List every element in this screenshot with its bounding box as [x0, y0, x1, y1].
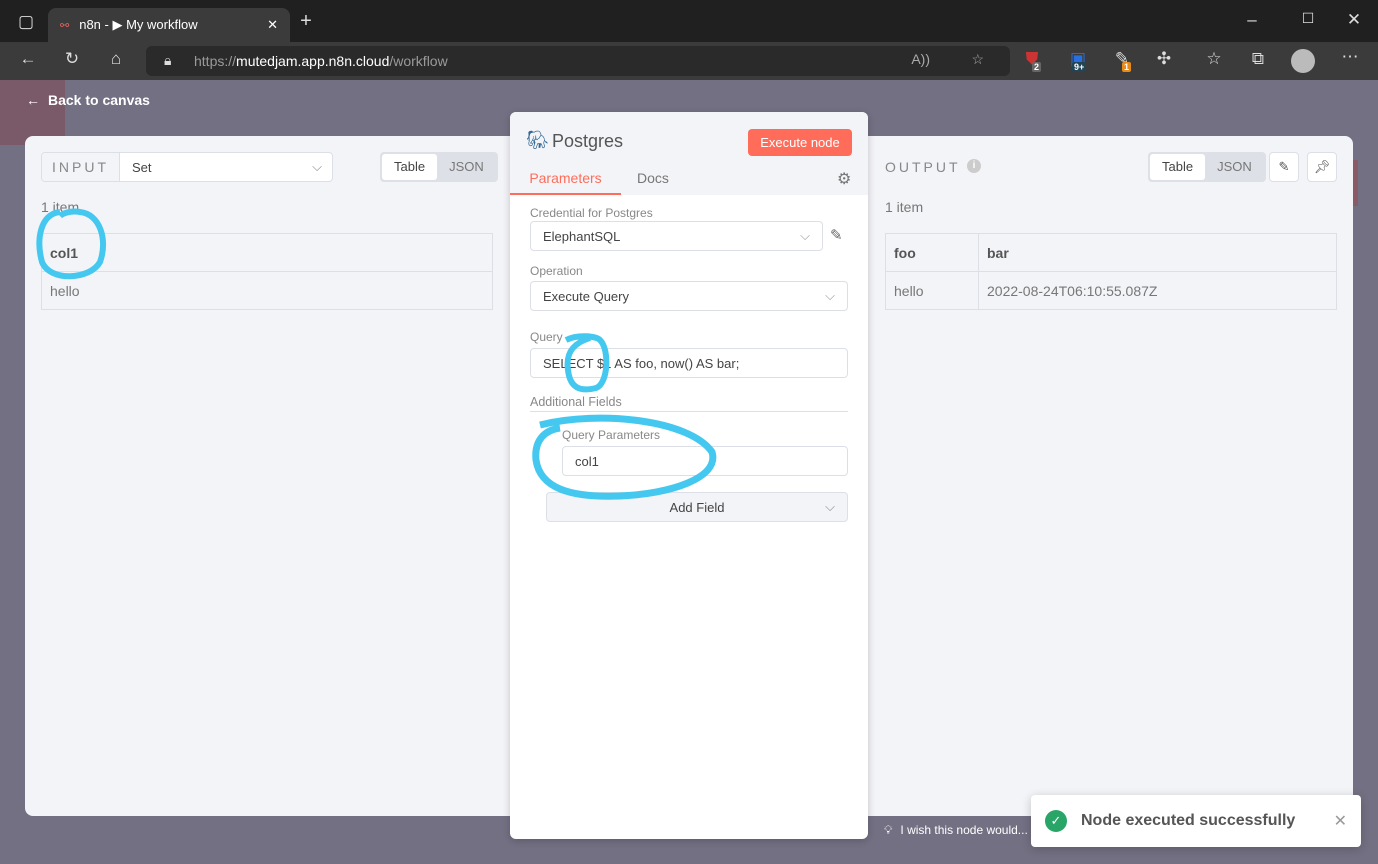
new-tab-icon[interactable]: + [294, 10, 318, 33]
url-scheme: https:// [194, 53, 237, 69]
success-toast: ✓ Node executed successfully ✕ [1031, 795, 1361, 847]
lock-icon: 🔒︎ [164, 52, 172, 68]
close-window-icon[interactable]: ✕ [1342, 10, 1366, 30]
operation-label: Operation [530, 264, 583, 278]
output-item-count: 1 item [885, 199, 924, 215]
query-input[interactable]: SELECT $1 AS foo, now() AS bar; [530, 348, 848, 378]
edit-credential-pencil-icon[interactable]: ✎ [830, 226, 843, 244]
tab-title: n8n - ▶ My workflow [79, 17, 198, 32]
chevron-down-icon: ⌵ [825, 499, 835, 514]
credential-value: ElephantSQL [543, 228, 621, 244]
node-panel: 🐘︎ Postgres Execute node Parameters Docs… [510, 112, 868, 839]
ext-badge: 2 [1032, 62, 1042, 72]
maximize-icon[interactable]: ☐ [1296, 10, 1320, 27]
pin-output-button[interactable]: 📌︎ [1307, 152, 1337, 182]
credential-select[interactable]: ElephantSQL ⌵ [530, 221, 823, 251]
edit-output-button[interactable]: ✎ [1269, 152, 1299, 182]
pencil-icon: ✎ [1278, 159, 1290, 174]
add-field-select[interactable]: Add Field ⌵ [546, 492, 848, 522]
credential-label: Credential for Postgres [530, 206, 653, 220]
operation-select[interactable]: Execute Query ⌵ [530, 281, 848, 311]
feedback-text: I wish this node would... [900, 823, 1028, 837]
operation-value: Execute Query [543, 288, 629, 304]
settings-gear-icon[interactable]: ⚙ [837, 169, 851, 189]
input-table-tab[interactable]: Table [382, 154, 438, 180]
read-aloud-icon[interactable]: A)) [911, 51, 930, 67]
profile-avatar[interactable] [1291, 49, 1315, 73]
input-label: INPUT [42, 153, 120, 181]
input-json-tab[interactable]: JSON [437, 154, 496, 180]
arrow-left-icon: ← [26, 92, 40, 108]
url-path: /workflow [389, 53, 448, 69]
pin-icon: 📌︎ [1313, 159, 1331, 174]
check-circle-icon: ✓ [1045, 810, 1067, 832]
back-label: Back to canvas [48, 92, 150, 108]
canvas-node-edge [1353, 160, 1358, 206]
favorites-icon[interactable]: ☆ [1202, 49, 1226, 69]
table-row: hello 2022-08-24T06:10:55.087Z [885, 271, 1337, 310]
input-table: col1 hello [41, 233, 493, 310]
close-tab-icon[interactable]: ✕ [267, 17, 278, 33]
query-value: SELECT $1 AS foo, now() AS bar; [543, 355, 740, 371]
output-panel: OUTPUT i Table JSON ✎ 📌︎ 1 item foo bar h… [860, 136, 1353, 816]
more-icon[interactable]: ⋯ [1338, 47, 1362, 67]
back-to-canvas-link[interactable]: ← Back to canvas [26, 92, 150, 108]
chevron-down-icon: ⌵ [312, 159, 322, 174]
input-source-select[interactable]: INPUT Set ⌵ [41, 152, 333, 182]
input-view-toggle: Table JSON [380, 152, 498, 182]
input-panel: INPUT Set ⌵ Table JSON 1 item col1 hello [25, 136, 525, 816]
lightbulb-icon: 💡︎ [884, 823, 893, 837]
info-icon[interactable]: i [967, 159, 981, 173]
sidebar-toggle-icon[interactable]: ▢ [14, 12, 38, 32]
browser-tab-bar: ▢ ⚯ n8n - ▶ My workflow ✕ + – ☐ ✕ [0, 0, 1378, 42]
n8n-favicon-icon: ⚯ [60, 19, 70, 32]
node-title: Postgres [552, 131, 624, 151]
table-row: hello [41, 271, 493, 310]
output-json-tab[interactable]: JSON [1205, 154, 1264, 180]
url-input[interactable]: 🔒︎ https://mutedjam.app.n8n.cloud/workfl… [146, 46, 1010, 76]
chevron-down-icon: ⌵ [800, 228, 810, 243]
input-item-count: 1 item [41, 199, 80, 215]
query-parameters-value: col1 [575, 453, 599, 469]
query-label: Query [530, 330, 563, 344]
add-field-label: Add Field [669, 499, 725, 515]
tab-docs[interactable]: Docs [637, 168, 669, 188]
chevron-down-icon: ⌵ [825, 288, 835, 303]
close-toast-icon[interactable]: ✕ [1334, 811, 1347, 831]
ext-badge: 9+ [1072, 62, 1087, 72]
table-cell: hello [41, 271, 493, 310]
query-parameters-label: Query Parameters [562, 428, 661, 442]
home-icon[interactable]: ⌂ [104, 49, 128, 69]
back-icon[interactable]: ← [16, 49, 40, 69]
column-header: col1 [41, 233, 493, 272]
output-label: OUTPUT [885, 159, 961, 175]
column-header: bar [978, 233, 1337, 272]
url-host: mutedjam.app.n8n.cloud [236, 53, 390, 69]
browser-tab[interactable]: ⚯ n8n - ▶ My workflow ✕ [48, 8, 290, 42]
toast-message: Node executed successfully [1081, 812, 1296, 829]
postgres-elephant-icon: 🐘︎ [526, 130, 549, 150]
minimize-icon[interactable]: – [1240, 10, 1264, 30]
table-cell: 2022-08-24T06:10:55.087Z [978, 271, 1337, 310]
table-cell: hello [885, 271, 979, 310]
add-favorite-icon[interactable]: ☆ [971, 51, 984, 68]
output-view-toggle: Table JSON [1148, 152, 1266, 182]
collections-icon[interactable]: ⧉ [1246, 49, 1270, 69]
tab-parameters[interactable]: Parameters [510, 168, 621, 195]
ext-badge: 1 [1122, 62, 1132, 72]
additional-fields-heading: Additional Fields [530, 395, 848, 412]
extensions-icon[interactable]: ✣ [1152, 49, 1176, 69]
execute-node-button[interactable]: Execute node [748, 129, 852, 156]
output-table-tab[interactable]: Table [1150, 154, 1206, 180]
column-header: foo [885, 233, 979, 272]
input-source-value: Set [132, 159, 152, 175]
query-parameters-input[interactable]: col1 [562, 446, 848, 476]
feedback-link[interactable]: 💡︎ I wish this node would... [884, 823, 1028, 838]
refresh-icon[interactable]: ↻ [60, 49, 84, 69]
output-table: foo bar hello 2022-08-24T06:10:55.087Z [885, 233, 1337, 310]
